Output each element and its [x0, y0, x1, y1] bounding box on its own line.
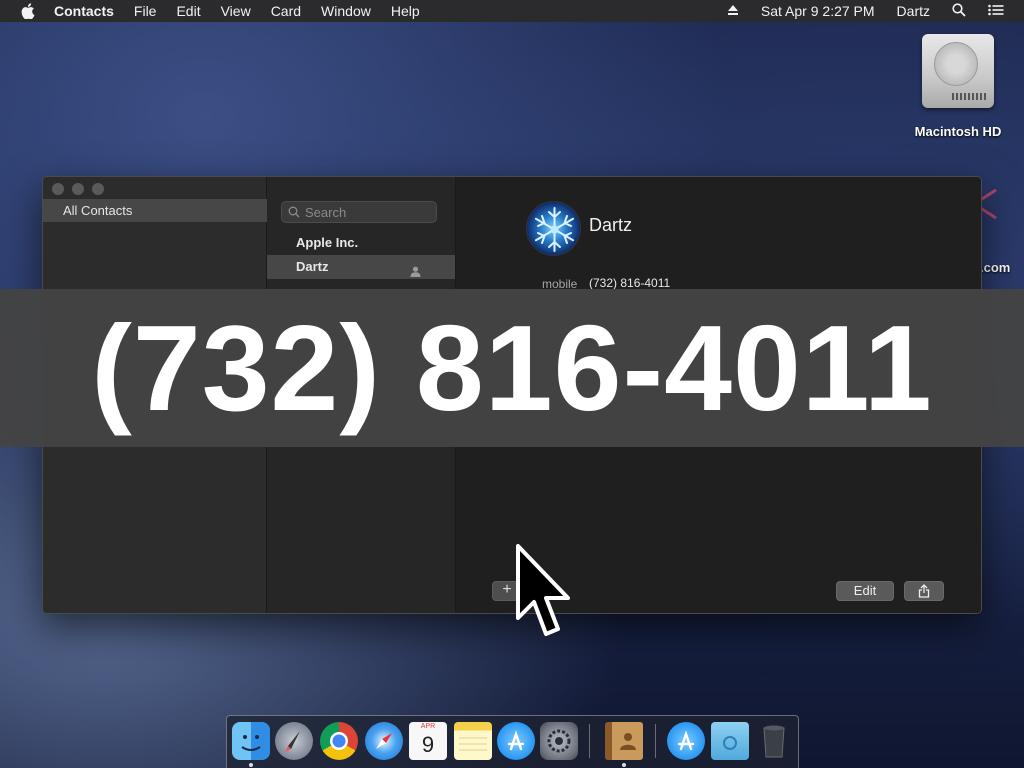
- spotlight-search-icon[interactable]: [952, 2, 966, 20]
- system-preferences-icon[interactable]: [540, 722, 578, 760]
- clock[interactable]: Sat Apr 9 2:27 PM: [761, 3, 875, 19]
- zoom-window-button[interactable]: [92, 183, 104, 195]
- calendar-icon[interactable]: APR 9: [409, 722, 447, 760]
- dock: APR 9: [226, 715, 799, 768]
- hard-drive-icon: [922, 34, 994, 108]
- phone-value[interactable]: (732) 816-4011: [589, 276, 670, 290]
- calendar-day: 9: [421, 732, 435, 757]
- contact-row-label: Dartz: [296, 259, 329, 274]
- search-icon: [288, 206, 300, 218]
- folder-icon[interactable]: [711, 722, 749, 760]
- my-card-person-icon: [410, 261, 421, 285]
- launchpad-icon[interactable]: [275, 722, 313, 760]
- menu-help[interactable]: Help: [391, 3, 420, 19]
- edit-button[interactable]: Edit: [836, 581, 894, 601]
- window-controls: [52, 183, 112, 195]
- desktop-icon-label: Macintosh HD: [914, 124, 1002, 139]
- safari-icon[interactable]: [365, 722, 403, 760]
- contact-avatar[interactable]: [526, 201, 581, 256]
- menu-edit[interactable]: Edit: [176, 3, 200, 19]
- trash-icon[interactable]: [755, 722, 793, 760]
- menu-contacts[interactable]: Contacts: [54, 3, 114, 19]
- desktop-icon-macintosh-hd[interactable]: Macintosh HD: [902, 34, 1014, 139]
- share-icon: [918, 584, 930, 598]
- dock-separator: [655, 724, 656, 758]
- app-store-downloads-icon[interactable]: [667, 722, 705, 760]
- app-store-icon[interactable]: [497, 722, 535, 760]
- contact-row-apple-inc[interactable]: Apple Inc.: [267, 231, 455, 255]
- desktop-file-label: .com: [980, 260, 1011, 275]
- contact-name: Dartz: [589, 215, 633, 235]
- user-menu[interactable]: Dartz: [897, 3, 930, 19]
- calendar-month: APR: [420, 723, 436, 730]
- running-indicator: [249, 763, 253, 767]
- menu-view[interactable]: View: [221, 3, 251, 19]
- menu-card[interactable]: Card: [271, 3, 301, 19]
- menu-extras: Sat Apr 9 2:27 PM Dartz: [727, 0, 1024, 22]
- menu-bar: Contacts File Edit View Card Window Help…: [0, 0, 1024, 22]
- mouse-pointer-icon: [516, 544, 570, 636]
- minimize-window-button[interactable]: [72, 183, 84, 195]
- contact-row-dartz[interactable]: Dartz: [267, 255, 455, 279]
- eject-icon[interactable]: [727, 3, 739, 19]
- running-indicator: [622, 763, 626, 767]
- chrome-icon[interactable]: [320, 722, 358, 760]
- contact-row-label: Apple Inc.: [296, 235, 359, 250]
- search-field[interactable]: [281, 201, 437, 223]
- notification-center-icon[interactable]: [988, 3, 1004, 19]
- apple-menu-icon[interactable]: [20, 3, 36, 19]
- dock-separator: [589, 724, 590, 758]
- large-phone-number: (732) 816-4011: [91, 300, 933, 436]
- share-button[interactable]: [904, 581, 944, 601]
- menu-window[interactable]: Window: [321, 3, 371, 19]
- close-window-button[interactable]: [52, 183, 64, 195]
- menu-file[interactable]: File: [134, 3, 157, 19]
- search-input[interactable]: [305, 204, 425, 220]
- finder-icon[interactable]: [232, 722, 270, 760]
- large-type-phone-overlay: (732) 816-4011: [0, 289, 1024, 447]
- contacts-icon[interactable]: [605, 722, 643, 760]
- snowflake-icon: [534, 207, 575, 252]
- notes-icon[interactable]: [454, 722, 492, 760]
- group-all-contacts[interactable]: All Contacts: [43, 199, 267, 222]
